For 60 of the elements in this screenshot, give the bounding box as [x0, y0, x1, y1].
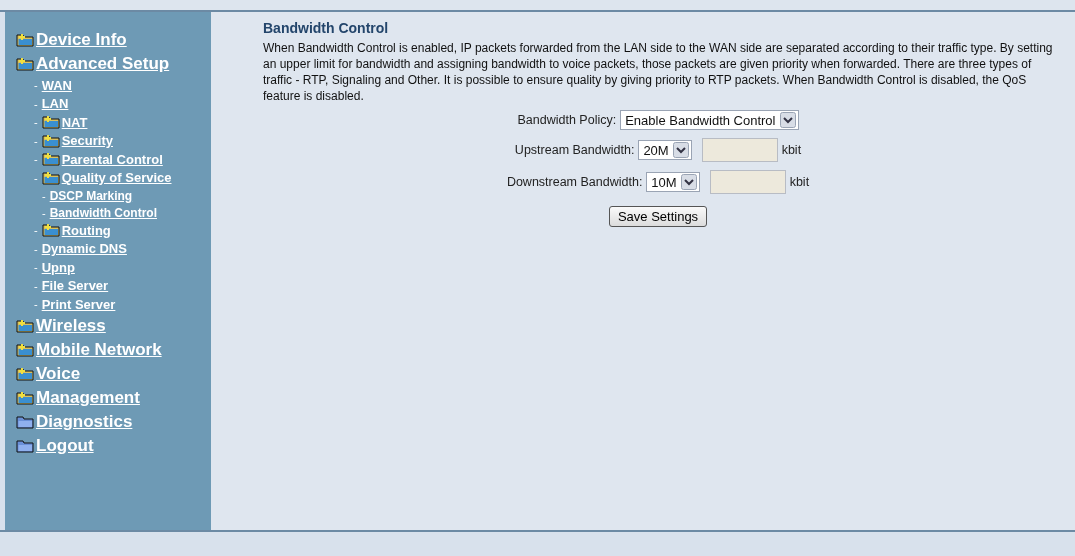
dash-mark: -: [34, 116, 38, 129]
dash-mark: -: [34, 298, 38, 311]
dash-mark: -: [34, 224, 38, 237]
menu-link[interactable]: Security: [61, 133, 113, 149]
menu-link[interactable]: Logout: [36, 435, 94, 456]
page-title: Bandwidth Control: [263, 20, 390, 36]
menu-link[interactable]: Advanced Setup: [36, 54, 170, 74]
unit-label: kbit: [789, 175, 810, 189]
folder-plus-icon: [41, 223, 60, 238]
folder-plus-icon: [41, 115, 60, 130]
dash-mark: -: [34, 134, 38, 147]
folder-plus-icon: [16, 318, 34, 333]
save-button[interactable]: Save Settings: [608, 206, 708, 227]
dash-mark: -: [34, 171, 38, 184]
menu-link[interactable]: Management: [36, 387, 140, 408]
menu-link[interactable]: Diagnostics: [36, 411, 133, 432]
folder-icon: [16, 438, 34, 453]
menu-link[interactable]: Routing: [61, 222, 111, 238]
dash-mark: -: [42, 206, 46, 219]
dash-mark: -: [34, 242, 38, 255]
input-field[interactable]: [701, 138, 778, 162]
folder-plus-icon: [16, 390, 34, 405]
policy-select[interactable]: Enable Bandwidth Control: [620, 110, 799, 130]
folder-plus-icon: [16, 33, 34, 47]
folder-plus-icon: [41, 152, 60, 167]
description-text: When Bandwidth Control is enabled, IP packets forwarded from the LAN side to the WAN side are separated according to their traffic type. By setting an upper limit for bandwidth and assigning bandwidth to voice packets, those packets are given priority when forwarded. There are three types of traffic - RTP, Signaling and Other. It is possible to ensure quality by giving priority to RTP packets. When Bandwidth Control is disabled, the QoS feature is disabled.: [263, 40, 1053, 104]
bandwidth-select[interactable]: 20M: [638, 140, 692, 160]
menu-link[interactable]: File Server: [41, 278, 109, 294]
menu-link[interactable]: Wireless: [36, 315, 106, 336]
dash-mark: -: [34, 79, 38, 92]
menu-link[interactable]: Mobile Network: [36, 339, 162, 360]
dash-mark: -: [34, 97, 38, 110]
input-field[interactable]: [709, 170, 786, 194]
field-label: Downstream Bandwidth:: [506, 175, 643, 189]
dash-mark: -: [34, 261, 38, 274]
menu-link[interactable]: Dynamic DNS: [41, 241, 127, 257]
field-label: Bandwidth Policy:: [517, 113, 617, 127]
folder-plus-icon: [41, 133, 60, 148]
folder-plus-icon: [16, 342, 34, 357]
menu-link[interactable]: Voice: [36, 363, 81, 384]
unit-label: kbit: [781, 143, 802, 157]
folder-plus-icon: [16, 366, 34, 381]
bandwidth-select[interactable]: 10M: [646, 172, 700, 192]
field-label: Upstream Bandwidth:: [514, 143, 635, 157]
menu-link[interactable]: Print Server: [41, 296, 116, 312]
menu-link[interactable]: Upnp: [41, 259, 75, 275]
folder-plus-icon: [16, 57, 34, 71]
folder-plus-icon: [41, 170, 60, 185]
dash-mark: -: [34, 153, 38, 166]
menu-link[interactable]: DSCP Marking: [49, 188, 133, 203]
dash-mark: -: [34, 279, 38, 292]
menu-link[interactable]: Quality of Service: [61, 170, 172, 186]
menu-link[interactable]: Parental Control: [61, 151, 163, 167]
menu-link[interactable]: NAT: [61, 114, 88, 130]
menu-link[interactable]: Bandwidth Control: [49, 205, 157, 220]
menu-link[interactable]: Device Info: [36, 30, 127, 50]
folder-icon: [16, 414, 34, 429]
menu-link[interactable]: LAN: [41, 96, 69, 112]
menu-link[interactable]: WAN: [41, 77, 72, 93]
dash-mark: -: [42, 189, 46, 202]
